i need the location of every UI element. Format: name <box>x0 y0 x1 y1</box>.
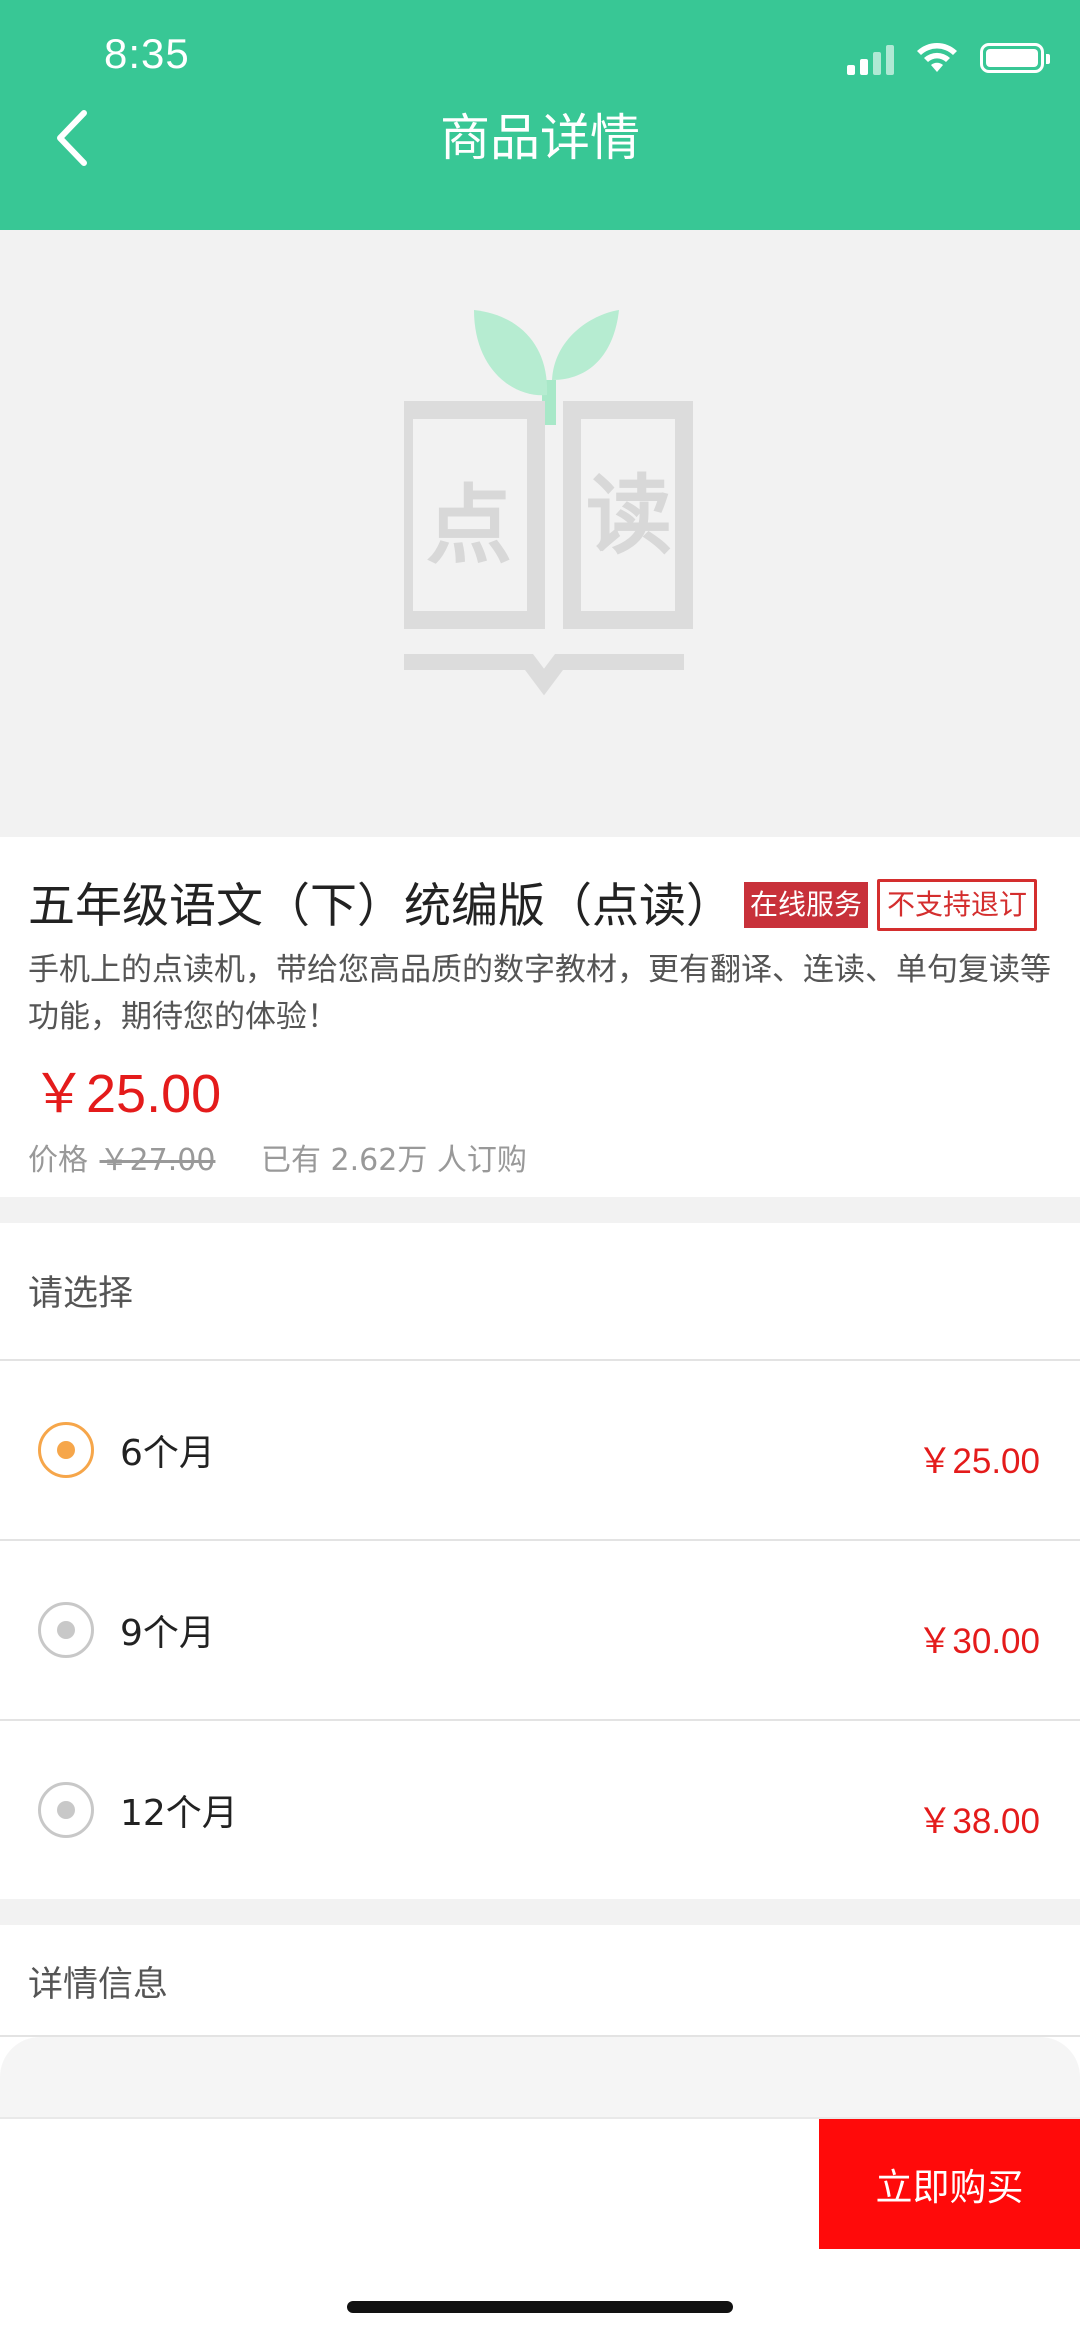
select-header: 请选择 <box>28 1274 134 1314</box>
wifi-icon <box>917 43 957 72</box>
radio-button[interactable] <box>38 1602 94 1658</box>
page-title: 商品详情 <box>440 109 640 167</box>
details-content <box>0 2037 1080 2117</box>
option-label: 12个月 <box>120 1793 238 1834</box>
option-label: 6个月 <box>120 1433 215 1474</box>
price-meta: 价格 ￥27.00 已有 2.62万 人订购 <box>28 1135 527 1179</box>
product-banner: 点 读 <box>0 230 1080 837</box>
online-service-badge: 在线服务 <box>744 882 869 928</box>
product-description: 手机上的点读机，带给您高品质的数字教材，更有翻译、连读、单句复读等功能，期待您的… <box>28 952 1051 1035</box>
status-time: 8:35 <box>104 30 190 77</box>
price-label: 价格 <box>28 1143 88 1178</box>
status-icons <box>847 36 1050 80</box>
option-12-months[interactable]: 12个月 ￥38.00 <box>0 1721 1080 1899</box>
option-price: ￥30.00 <box>917 1622 1040 1661</box>
book-sprout-logo: 点 读 <box>404 310 693 696</box>
option-price: ￥25.00 <box>917 1442 1040 1481</box>
cell-signal-icon <box>847 41 894 75</box>
section-gap <box>0 1197 1080 1223</box>
app-header: 8:35 商品详情 <box>0 0 1080 230</box>
product-title: 五年级语文（下）统编版（点读） <box>28 879 733 934</box>
section-gap <box>0 1899 1080 1925</box>
no-refund-badge: 不支持退订 <box>877 879 1038 931</box>
logo-char-dian: 点 <box>426 476 512 576</box>
battery-icon <box>980 43 1050 73</box>
option-section: 请选择 6个月 ￥25.00 9个月 ￥30.00 12个月 ￥38.00 <box>0 1223 1080 1899</box>
original-price: ￥27.00 <box>99 1143 216 1178</box>
logo-char-du: 读 <box>586 466 672 566</box>
sold-count: 已有 2.62万 人订购 <box>260 1143 527 1178</box>
details-section: 详情信息 <box>0 1925 1080 2037</box>
radio-button[interactable] <box>38 1782 94 1838</box>
option-price: ￥38.00 <box>917 1802 1040 1841</box>
home-indicator <box>347 2301 733 2313</box>
radio-button[interactable] <box>38 1422 94 1478</box>
option-9-months[interactable]: 9个月 ￥30.00 <box>0 1541 1080 1719</box>
buy-now-button[interactable]: 立即购买 <box>819 2119 1080 2249</box>
details-header: 详情信息 <box>28 1965 169 2005</box>
product-info: 五年级语文（下）统编版（点读） 在线服务 不支持退订 手机上的点读机，带给您高品… <box>0 837 1080 1197</box>
option-6-months[interactable]: 6个月 ￥25.00 <box>0 1361 1080 1539</box>
current-price: ￥25.00 <box>32 1064 222 1124</box>
option-label: 9个月 <box>120 1613 215 1654</box>
